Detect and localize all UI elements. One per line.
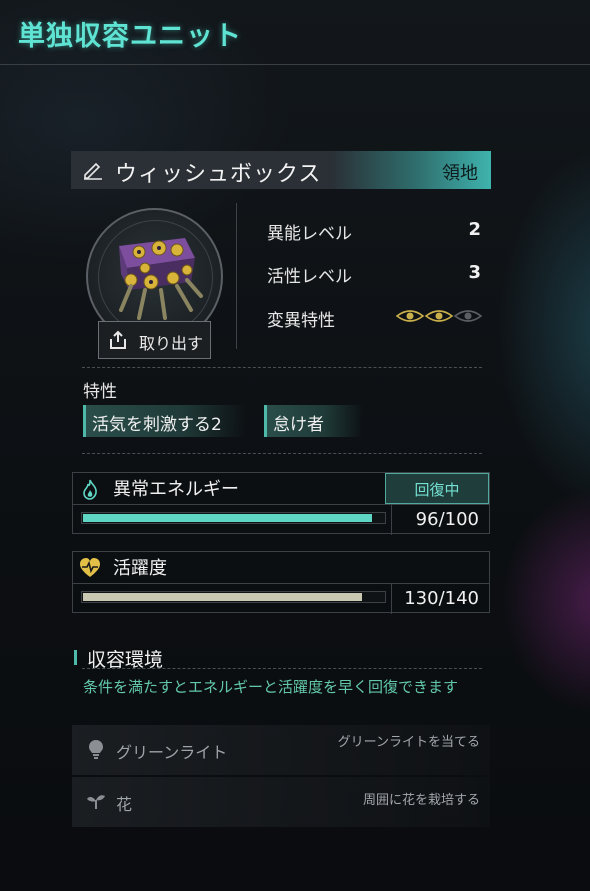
energy-progress-bar bbox=[81, 512, 386, 524]
activity-value: 130/140 bbox=[404, 588, 479, 609]
page-title: 単独収容ユニット bbox=[18, 21, 242, 52]
condition-label: グリーンライト bbox=[116, 743, 228, 762]
heartbeat-icon bbox=[80, 558, 100, 577]
take-out-label: 取り出す bbox=[139, 334, 204, 353]
anomaly-name: ウィッシュボックス bbox=[115, 162, 322, 187]
trait-label: 怠け者 bbox=[273, 415, 324, 435]
dashed-divider bbox=[82, 453, 482, 454]
condition-label: 花 bbox=[116, 795, 133, 814]
environment-description: 条件を満たすとエネルギーと活躍度を早く回復できます bbox=[83, 678, 459, 696]
eye-icon-filled bbox=[424, 310, 454, 322]
ability-level-label: 異能レベル bbox=[267, 224, 352, 244]
recovering-label: 回復中 bbox=[414, 481, 460, 499]
trait-tag[interactable]: 活気を刺激する2 bbox=[83, 405, 246, 437]
activity-panel: 活躍度 130/140 bbox=[72, 551, 490, 614]
export-icon bbox=[110, 330, 126, 349]
activity-level-value: 3 bbox=[468, 262, 481, 283]
condition-requirement: 周囲に花を栽培する bbox=[362, 793, 480, 808]
divider bbox=[236, 203, 237, 349]
recovering-status: 回復中 bbox=[385, 473, 489, 504]
flame-icon bbox=[83, 479, 97, 500]
traits-title: 特性 bbox=[83, 382, 117, 402]
energy-progress-fill bbox=[83, 514, 372, 522]
condition-row: 花 周囲に花を栽培する bbox=[72, 777, 490, 827]
pencil-icon[interactable] bbox=[82, 160, 104, 180]
top-bar: 単独収容ユニット bbox=[0, 0, 590, 65]
activity-progress-bar bbox=[81, 591, 386, 603]
mutation-eye-icons bbox=[396, 310, 482, 322]
activity-progress-fill bbox=[83, 593, 363, 601]
energy-title: 異常エネルギー bbox=[113, 479, 239, 500]
condition-requirement: グリーンライトを当てる bbox=[337, 735, 480, 750]
take-out-button[interactable]: 取り出す bbox=[98, 321, 211, 359]
dashed-divider bbox=[82, 367, 482, 368]
condition-row: グリーンライト グリーンライトを当てる bbox=[72, 725, 490, 775]
anomaly-energy-panel: 異常エネルギー 回復中 96/100 bbox=[72, 472, 490, 535]
wishbox-creature-image bbox=[119, 238, 203, 320]
mutation-trait-label: 変異特性 bbox=[267, 311, 335, 331]
trait-tag[interactable]: 怠け者 bbox=[264, 405, 363, 437]
activity-title: 活躍度 bbox=[113, 558, 167, 579]
dashed-divider bbox=[82, 668, 482, 669]
ability-level-value: 2 bbox=[468, 219, 481, 240]
category-badge: 領地 bbox=[442, 163, 478, 184]
sprout-icon bbox=[87, 795, 105, 809]
trait-label: 活気を刺激する2 bbox=[92, 415, 222, 435]
eye-icon-filled bbox=[396, 310, 425, 322]
lightbulb-icon bbox=[89, 740, 103, 759]
energy-value: 96/100 bbox=[415, 509, 479, 530]
eye-icon-empty bbox=[453, 310, 482, 322]
activity-level-label: 活性レベル bbox=[267, 267, 352, 287]
section-marker bbox=[74, 650, 77, 665]
